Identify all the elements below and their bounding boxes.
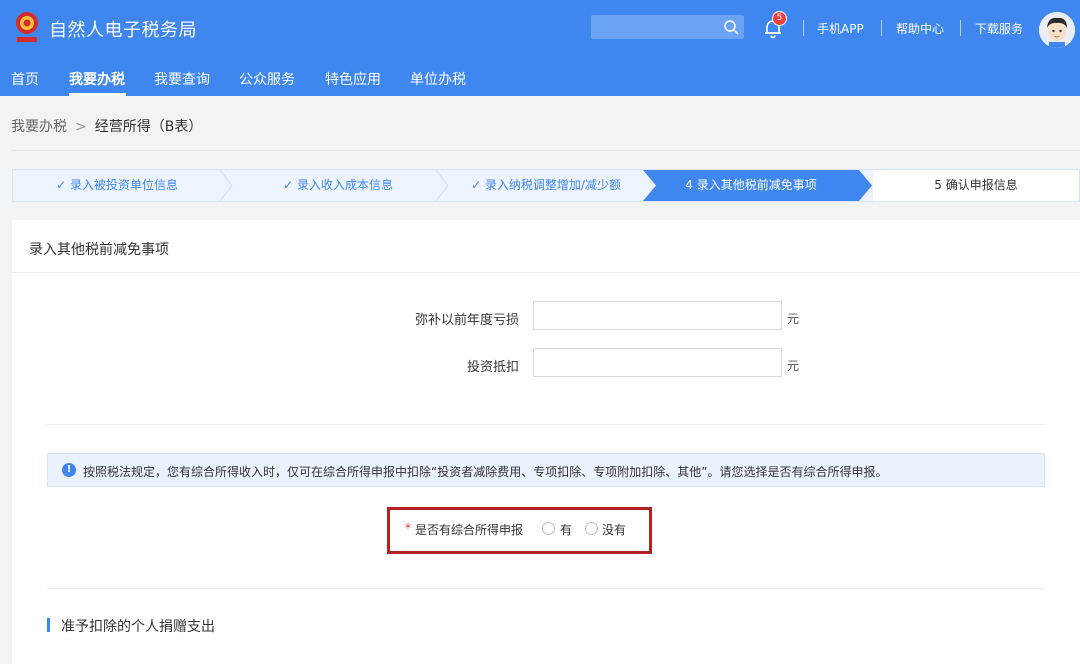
- card-title-divider: [12, 272, 1080, 273]
- step-2[interactable]: ✓ 录入收入成本信息: [233, 170, 443, 201]
- step-label: 5 确认申报信息: [934, 178, 1017, 192]
- step-5[interactable]: 5 确认申报信息: [873, 170, 1079, 201]
- progress-steps: ✓ 录入被投资单位信息 ✓ 录入收入成本信息 ✓ 录入纳税调整增加/减少额 4 …: [12, 169, 1080, 202]
- comprehensive-income-question: 是否有综合所得申报: [415, 521, 523, 538]
- breadcrumb-current: 经营所得（B表）: [95, 119, 203, 135]
- breadcrumb: 我要办税 > 经营所得（B表）: [11, 116, 202, 136]
- chevron-right-icon: [219, 170, 233, 201]
- notification-badge: 5: [772, 11, 787, 26]
- step-1[interactable]: ✓ 录入被投资单位信息: [13, 170, 221, 201]
- nav-tax-handling[interactable]: 我要办税: [69, 69, 125, 89]
- info-icon: !: [62, 463, 76, 477]
- main-nav: 首页 我要办税 我要查询 公众服务 特色应用 单位办税: [0, 60, 1080, 96]
- avatar-face-icon: [1039, 12, 1075, 48]
- step-label: 4 录入其他税前减免事项: [685, 178, 816, 192]
- nav-home[interactable]: 首页: [11, 69, 39, 89]
- nav-featured-apps[interactable]: 特色应用: [325, 69, 381, 89]
- chevron-right-icon: [643, 170, 657, 201]
- section-marker: [47, 618, 50, 632]
- radio-yes[interactable]: [542, 522, 555, 535]
- user-avatar[interactable]: [1039, 12, 1075, 48]
- breadcrumb-divider: [11, 150, 1080, 151]
- info-notice: ! 按照税法规定，您有综合所得收入时，仅可在综合所得申报中扣除“投资者减除费用、…: [47, 453, 1045, 487]
- donation-section-title: 准予扣除的个人捐赠支出: [61, 616, 215, 636]
- header-divider: [960, 20, 961, 36]
- currency-unit: 元: [787, 310, 799, 327]
- help-center-link[interactable]: 帮助中心: [896, 20, 944, 37]
- app-title: 自然人电子税务局: [49, 16, 197, 42]
- check-icon: ✓: [471, 178, 481, 192]
- form-card: 录入其他税前减免事项 弥补以前年度亏损 元 投资抵扣 元 ! 按照税法规定，您有…: [12, 220, 1080, 664]
- card-title: 录入其他税前减免事项: [29, 239, 169, 259]
- download-service-link[interactable]: 下载服务: [975, 20, 1023, 37]
- loss-carryforward-input[interactable]: [533, 301, 782, 330]
- chevron-right-icon: [435, 170, 449, 201]
- header-divider: [881, 20, 882, 36]
- section-divider: [47, 588, 1045, 589]
- currency-unit: 元: [787, 357, 799, 374]
- check-icon: ✓: [283, 178, 293, 192]
- investment-deduction-input[interactable]: [533, 348, 782, 377]
- breadcrumb-separator: >: [75, 119, 87, 135]
- section-divider: [47, 424, 1045, 425]
- breadcrumb-parent[interactable]: 我要办税: [11, 119, 67, 135]
- nav-public-service[interactable]: 公众服务: [239, 69, 295, 89]
- step-4-active[interactable]: 4 录入其他税前减免事项: [643, 170, 859, 201]
- radio-no-label[interactable]: 没有: [602, 521, 626, 538]
- step-label: 录入收入成本信息: [297, 178, 393, 192]
- radio-yes-label[interactable]: 有: [560, 521, 572, 538]
- radio-no[interactable]: [585, 522, 598, 535]
- chevron-right-icon: [859, 170, 873, 201]
- required-mark: *: [405, 521, 411, 535]
- nav-unit-tax[interactable]: 单位办税: [410, 69, 466, 89]
- top-header: 自然人电子税务局 5 手机APP 帮助中心 下载服务 首页 我要办税 我要查询 …: [0, 0, 1080, 96]
- step-3[interactable]: ✓ 录入纳税调整增加/减少额: [449, 170, 643, 201]
- tax-emblem-logo: [12, 10, 42, 46]
- step-label: 录入被投资单位信息: [70, 178, 178, 192]
- header-divider: [803, 20, 804, 36]
- notice-text: 按照税法规定，您有综合所得收入时，仅可在综合所得申报中扣除“投资者减除费用、专项…: [83, 463, 887, 480]
- nav-query[interactable]: 我要查询: [154, 69, 210, 89]
- investment-deduction-label: 投资抵扣: [359, 356, 519, 375]
- check-icon: ✓: [56, 178, 66, 192]
- search-input[interactable]: [591, 15, 744, 39]
- step-label: 录入纳税调整增加/减少额: [485, 178, 621, 192]
- loss-carryforward-label: 弥补以前年度亏损: [359, 309, 519, 328]
- search-icon[interactable]: [723, 19, 739, 35]
- mobile-app-link[interactable]: 手机APP: [817, 20, 864, 37]
- nav-active-indicator: [69, 93, 126, 96]
